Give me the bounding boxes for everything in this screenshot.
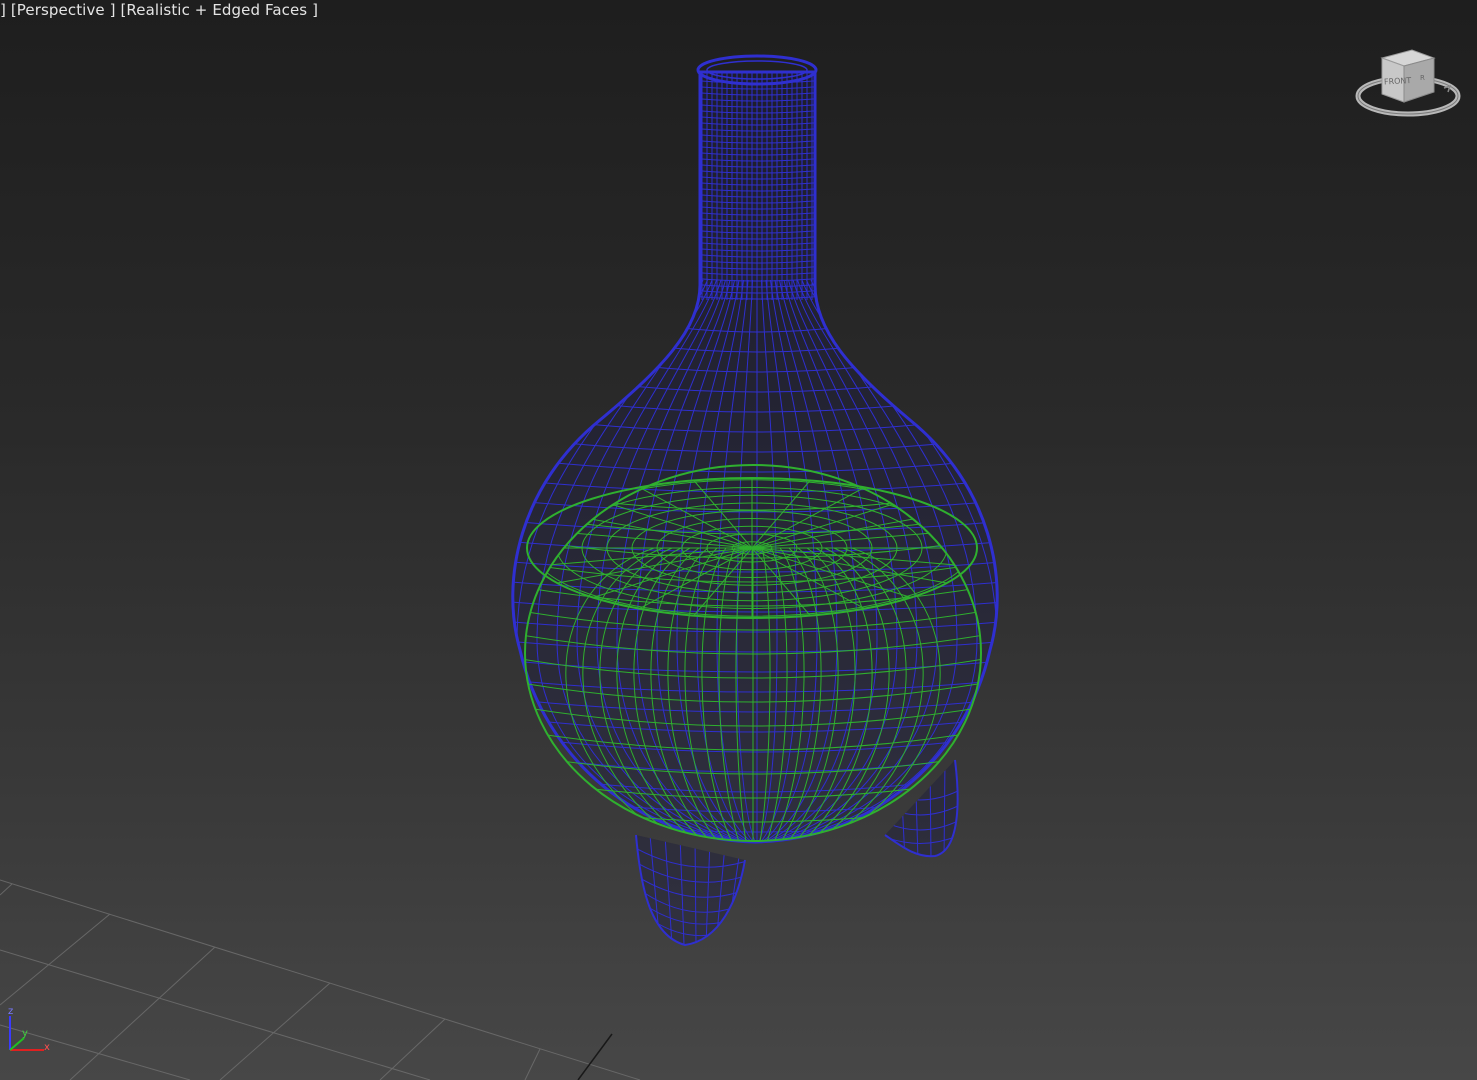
- flask-leg-left: [635, 834, 746, 947]
- flask-wireframe: [511, 54, 999, 844]
- axis-y-label: y: [22, 1028, 28, 1039]
- viewcube-icon[interactable]: FRONT R: [1354, 44, 1462, 124]
- axis-tripod-icon: z y x: [8, 1006, 50, 1053]
- axis-x-label: x: [44, 1042, 50, 1053]
- perspective-viewport[interactable]: ] [Perspective ] [Realistic + Edged Face…: [0, 0, 1477, 1080]
- axis-z-label: z: [8, 1006, 13, 1017]
- scene-canvas: [0, 54, 999, 1080]
- viewcube-front-label[interactable]: FRONT: [1384, 76, 1412, 86]
- floor-grid: [0, 879, 641, 1080]
- viewcube-right-label[interactable]: R: [1420, 74, 1425, 82]
